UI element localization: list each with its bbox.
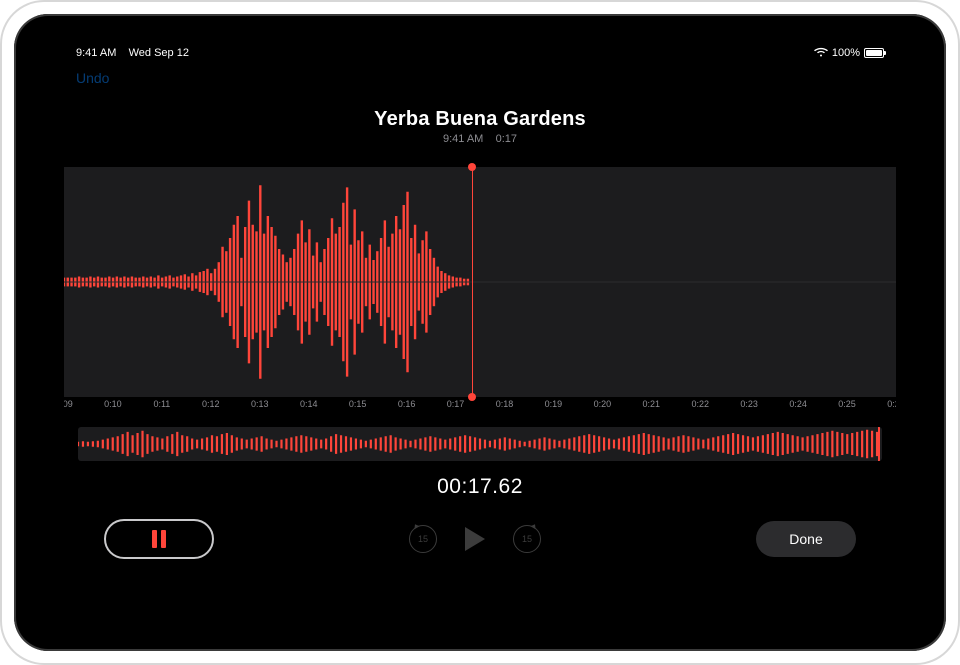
status-date: Wed Sep 12 [129,47,189,59]
screen: 9:41 AM Wed Sep 12 100% Undo Yerba Buena… [64,42,896,623]
battery-icon [864,48,884,58]
undo-button[interactable]: Undo [76,70,109,86]
ruler-tick: 0:23 [740,399,758,409]
ruler-tick: 0:21 [643,399,661,409]
done-button[interactable]: Done [756,521,856,557]
center-controls: 15 15 [409,525,541,553]
waveform-overview[interactable] [78,427,882,461]
title-block: Yerba Buena Gardens 9:41 AM 0:17 [64,108,896,145]
ruler-tick: 0:09 [64,399,73,409]
skip-back-button[interactable]: 15 [409,525,437,553]
status-time-date: 9:41 AM Wed Sep 12 [76,47,189,59]
pause-button[interactable] [104,519,214,559]
ruler-tick: 0:22 [691,399,709,409]
skip-forward-button[interactable]: 15 [513,525,541,553]
ruler-tick: 0:10 [104,399,122,409]
subtitle-duration: 0:17 [496,133,517,145]
pause-icon [152,530,157,548]
ruler-tick: 0:15 [349,399,367,409]
status-right: 100% [814,47,884,60]
skip-fwd-label: 15 [522,534,532,544]
ruler-tick: 0:12 [202,399,220,409]
ruler-tick: 0:26 [887,399,896,409]
bezel: 9:41 AM Wed Sep 12 100% Undo Yerba Buena… [14,14,946,651]
status-bar: 9:41 AM Wed Sep 12 100% [64,42,896,64]
waveform-main[interactable] [64,167,896,397]
overview-playhead [878,427,880,461]
subtitle-time: 9:41 AM [443,133,483,145]
ruler-tick: 0:20 [594,399,612,409]
ruler-tick: 0:19 [545,399,563,409]
ruler-tick: 0:24 [789,399,807,409]
ruler-tick: 0:16 [398,399,416,409]
ruler-tick: 0:25 [838,399,856,409]
skip-back-icon [412,523,419,529]
ruler-tick: 0:14 [300,399,318,409]
ipad-frame: 9:41 AM Wed Sep 12 100% Undo Yerba Buena… [0,0,960,665]
time-ruler: 0:09 0:10 0:11 0:12 0:13 0:14 0:15 0:16 0:17 0:18… [64,397,896,417]
pause-icon [161,530,166,548]
play-button[interactable] [465,527,485,551]
playhead[interactable] [472,167,473,397]
wifi-icon [814,47,828,60]
skip-back-label: 15 [418,534,428,544]
skip-fwd-icon [530,523,537,529]
battery-pct: 100% [832,47,860,59]
ruler-tick: 0:13 [251,399,269,409]
elapsed-time: 00:17.62 [64,475,896,499]
ruler-tick: 0:18 [496,399,514,409]
status-time: 9:41 AM [76,47,116,59]
controls-row: 15 15 Done [64,519,896,559]
recording-title[interactable]: Yerba Buena Gardens [64,108,896,131]
ruler-tick: 0:17 [447,399,465,409]
ruler-tick: 0:11 [153,399,170,409]
recording-subtitle: 9:41 AM 0:17 [64,133,896,145]
